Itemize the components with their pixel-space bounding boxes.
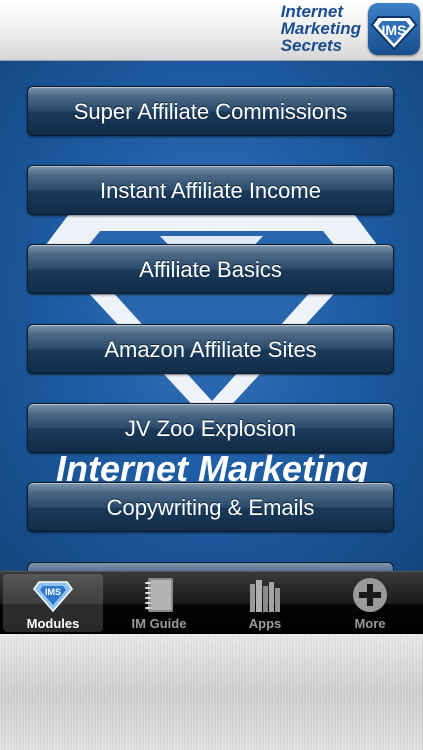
module-button-label: JV Zoo Explosion [124,416,297,441]
svg-text:IMS: IMS [45,587,61,597]
plus-circle-icon [353,578,387,612]
module-button-partial[interactable] [27,562,394,571]
books-icon [250,580,280,612]
module-button-label: Copywriting & Emails [106,495,315,520]
tab-im-guide[interactable]: IM Guide [109,574,209,632]
module-button-label: Affiliate Basics [139,257,282,282]
tab-label: IM Guide [131,616,187,631]
notebook-icon [145,578,173,612]
tab-label: Apps [248,616,282,631]
module-button-amazon-affiliate-sites[interactable]: Amazon Affiliate Sites [27,324,394,374]
modules-list-area[interactable]: Internet Marketing Super Affiliate Commi… [0,61,423,571]
tab-modules[interactable]: IMS Modules [3,574,103,632]
tab-more[interactable]: More [320,574,420,632]
module-button-label: Instant Affiliate Income [100,178,321,203]
app-title: Internet Marketing Secrets [280,2,361,55]
tab-label: More [354,616,386,631]
diamond-shield-icon: IMS [368,3,420,55]
navigation-header: Internet Marketing Secrets IMS [0,0,423,61]
brushed-metal-panel [0,634,423,750]
svg-text:IMS: IMS [382,22,407,38]
diamond-icon: IMS [33,581,73,613]
tab-apps[interactable]: Apps [215,574,315,632]
module-button-copywriting-emails[interactable]: Copywriting & Emails [27,482,394,532]
module-button-super-affiliate-commissions[interactable]: Super Affiliate Commissions [27,86,394,136]
tab-label: Modules [26,616,80,631]
tab-bar: IMS Modules IM Guide Apps More [0,571,423,635]
module-button-jv-zoo-explosion[interactable]: JV Zoo Explosion [27,403,394,453]
module-button-label: Super Affiliate Commissions [73,99,348,124]
module-button-affiliate-basics[interactable]: Affiliate Basics [27,244,394,294]
module-button-label: Amazon Affiliate Sites [104,337,317,362]
module-button-instant-affiliate-income[interactable]: Instant Affiliate Income [27,165,394,215]
